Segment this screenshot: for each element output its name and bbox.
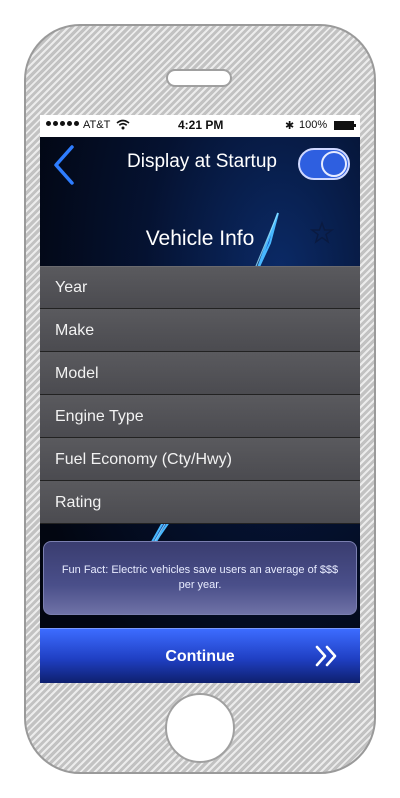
fun-fact-card: Fun Fact: Electric vehicles save users a…: [43, 541, 357, 615]
phone-speaker: [166, 69, 232, 87]
app-screen: AT&T 4:21 PM ✱ 100% Display at Startup V…: [40, 115, 360, 683]
display-at-startup-label: Display at Startup: [127, 151, 277, 172]
row-label: Model: [55, 364, 99, 382]
battery-icon: [334, 121, 356, 130]
row-label: Fuel Economy (Cty/Hwy): [55, 450, 232, 468]
info-row-year[interactable]: Year: [40, 266, 360, 309]
battery-percent: 100%: [299, 119, 328, 131]
continue-label: Continue: [165, 648, 235, 665]
toggle-knob: [321, 151, 347, 177]
vehicle-info-list: Year Make Model Engine Type Fuel Economy…: [40, 266, 360, 524]
row-label: Make: [55, 321, 95, 339]
status-time: 4:21 PM: [178, 118, 224, 132]
wifi-icon: [116, 119, 130, 130]
row-label: Rating: [55, 493, 102, 511]
home-button[interactable]: [165, 693, 235, 763]
info-row-model[interactable]: Model: [40, 352, 360, 395]
display-at-startup-toggle[interactable]: [298, 148, 350, 180]
info-row-rating[interactable]: Rating: [40, 481, 360, 524]
row-label: Year: [55, 279, 88, 296]
signal-strength-icon: [46, 121, 79, 126]
star-outline-icon[interactable]: [310, 221, 334, 245]
continue-button[interactable]: Continue: [40, 628, 360, 683]
bluetooth-icon: ✱: [285, 120, 295, 132]
info-row-fuel-economy[interactable]: Fuel Economy (Cty/Hwy): [40, 438, 360, 481]
info-row-engine-type[interactable]: Engine Type: [40, 395, 360, 438]
info-row-make[interactable]: Make: [40, 309, 360, 352]
double-chevron-right-icon: [315, 645, 337, 667]
fun-fact-text: Fun Fact: Electric vehicles save users a…: [61, 564, 339, 591]
status-bar: AT&T 4:21 PM ✱ 100%: [40, 115, 360, 137]
back-chevron-icon[interactable]: [50, 143, 76, 187]
carrier-label: AT&T: [83, 119, 111, 131]
row-label: Engine Type: [55, 407, 144, 425]
